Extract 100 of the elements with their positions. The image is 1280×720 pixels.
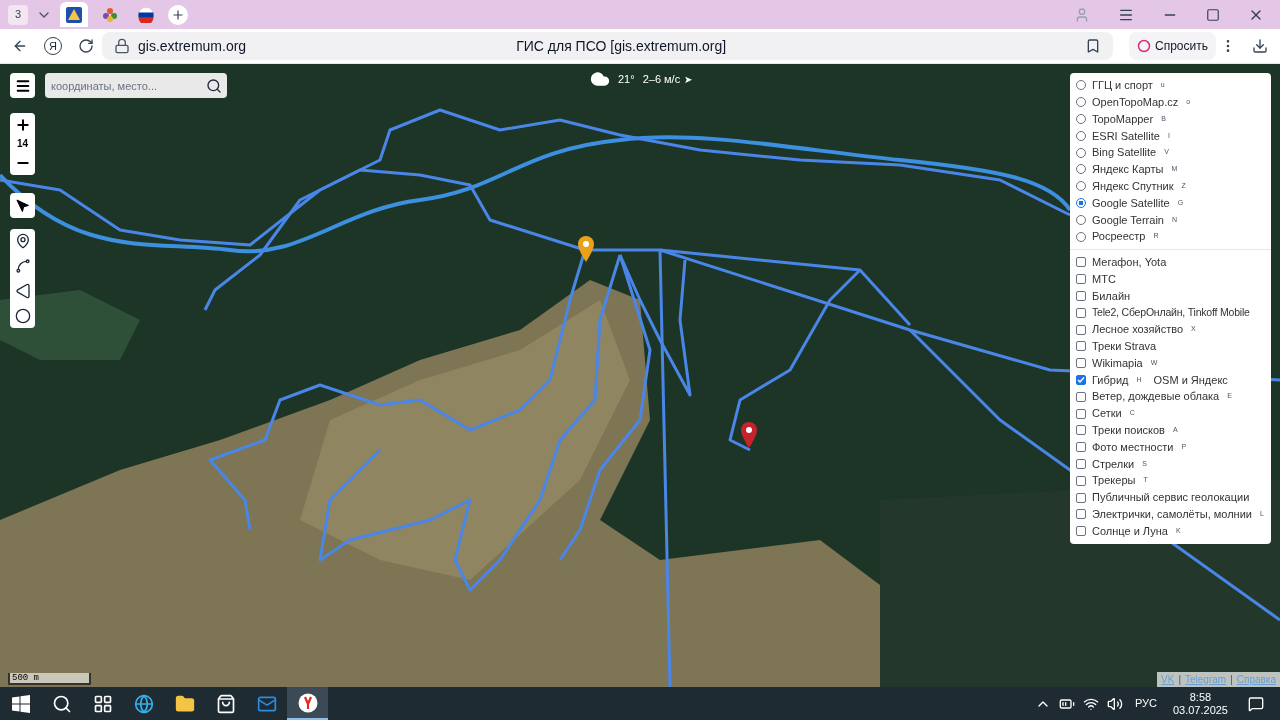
download-icon[interactable] [1252, 38, 1268, 54]
plus-icon [171, 7, 185, 22]
radio-button[interactable] [1076, 214, 1086, 225]
layer-name: Гибрид [1092, 372, 1129, 388]
layer-option[interactable]: Мегафон, Yota [1070, 253, 1271, 271]
new-tab-button[interactable] [168, 4, 188, 25]
layer-name: ГГЦ и спорт [1092, 78, 1153, 94]
folder-icon [174, 693, 195, 714]
layer-option[interactable]: МТС [1070, 270, 1271, 288]
zoom-in-icon[interactable] [14, 117, 31, 133]
layer-name: Google Satellite [1092, 195, 1170, 211]
layer-note: OSM и Яндекс [1153, 372, 1228, 388]
layer-name: Яндекс Карты [1092, 162, 1164, 178]
checkbox[interactable] [1076, 324, 1086, 335]
layer-name: Wikimapia [1092, 355, 1143, 371]
layer-name: Google Terrain [1092, 212, 1164, 228]
checkbox[interactable] [1076, 374, 1086, 385]
layer-name: Ветер, дождевые облака [1092, 389, 1220, 405]
layer-name: Треки Strava [1092, 339, 1157, 355]
layer-option[interactable]: Треки Strava [1070, 337, 1271, 355]
checkbox[interactable] [1076, 307, 1086, 318]
layer-name: Стрелки [1092, 456, 1135, 472]
reload-icon[interactable] [78, 38, 94, 54]
radio-button[interactable] [1076, 80, 1086, 91]
layer-name: Bing Satellite [1092, 145, 1157, 161]
restore-icon[interactable] [1206, 7, 1220, 22]
layer-name: Мегафон, Yota [1092, 255, 1167, 271]
address-field[interactable]: gis.extremum.org ГИС для ПСО [gis.extremum.org] [102, 32, 1114, 60]
checkbox[interactable] [1076, 526, 1086, 537]
layer-name: OpenTopoMap.cz [1092, 94, 1179, 110]
checkbox[interactable] [1076, 391, 1086, 402]
checkbox[interactable] [1076, 358, 1086, 369]
radio-button[interactable] [1076, 97, 1086, 108]
polygon-icon[interactable] [14, 283, 31, 299]
clock[interactable]: 8:58 03.07.2025 [1172, 690, 1228, 717]
arrow-icon [15, 198, 30, 213]
search-icon [51, 693, 72, 714]
separator-text: | [1178, 673, 1181, 687]
zoom-level: 14 [16, 137, 29, 151]
radio-button[interactable] [1076, 164, 1086, 175]
layer-name: Лесное хозяйство [1092, 322, 1184, 338]
radio-button[interactable] [1076, 197, 1086, 208]
checkbox[interactable] [1076, 341, 1086, 352]
layer-name: Электрички, самолёты, молнии [1092, 507, 1252, 523]
layer-name: Яндекс Спутник [1092, 178, 1174, 194]
layer-name: Трекеры [1092, 473, 1136, 489]
map-pin-icon[interactable] [740, 421, 758, 449]
search-icon[interactable] [206, 78, 222, 94]
flower-icon [102, 6, 118, 23]
scale-bar: 500 m [8, 673, 91, 685]
checkbox[interactable] [1076, 442, 1086, 453]
checkbox[interactable] [1076, 257, 1086, 268]
layer-name: Билайн [1092, 288, 1131, 304]
menu-button[interactable] [10, 73, 35, 98]
globe-icon [133, 693, 154, 714]
back-icon[interactable] [12, 38, 28, 54]
marker-icon[interactable] [14, 233, 31, 249]
separator-text: | [1230, 673, 1233, 687]
date-text: 03.07.2025 [1172, 703, 1228, 717]
page-title: ГИС для ПСО [gis.extremum.org] [516, 36, 727, 56]
radio-button[interactable] [1076, 181, 1086, 192]
shopping-bag-icon [215, 693, 236, 714]
search-field[interactable]: координаты, место... [45, 73, 227, 98]
language-indicator[interactable]: РУС [1134, 695, 1157, 712]
layer-name: Росреестр [1092, 229, 1146, 245]
checkbox[interactable] [1076, 475, 1086, 486]
volume-icon[interactable] [1106, 695, 1123, 712]
map-pin-icon[interactable] [577, 235, 595, 263]
tab-counter[interactable]: 3 [8, 4, 28, 25]
ask-button[interactable]: Спросить [1129, 32, 1216, 60]
layer-option[interactable]: Публичный сервис геолокации [1070, 489, 1271, 506]
circle-icon[interactable] [14, 308, 31, 324]
checkbox[interactable] [1076, 290, 1086, 301]
layer-name: Треки поисков [1092, 423, 1165, 439]
checkbox[interactable] [1076, 492, 1086, 503]
checkbox[interactable] [1076, 425, 1086, 436]
locate-button[interactable] [10, 193, 35, 218]
layer-name: ESRI Satellite [1092, 128, 1160, 144]
flag-icon [138, 6, 154, 23]
layer-option[interactable]: Билайн [1070, 287, 1271, 305]
line-icon[interactable] [14, 258, 31, 274]
browser-logo-icon [297, 692, 318, 713]
checkbox[interactable] [1076, 458, 1086, 469]
radio-button[interactable] [1076, 130, 1086, 141]
radio-button[interactable] [1076, 114, 1086, 124]
url-text: gis.extremum.org [138, 36, 247, 56]
checkbox[interactable] [1076, 509, 1086, 520]
radio-button[interactable] [1076, 231, 1086, 242]
task-view-icon [92, 693, 113, 714]
layer-name: Солнце и Луна [1092, 523, 1168, 539]
radio-button[interactable] [1076, 147, 1086, 158]
browser-tab[interactable] [60, 2, 88, 27]
notifications-icon[interactable] [1248, 695, 1264, 712]
checkbox[interactable] [1076, 408, 1086, 419]
windows-logo-icon [11, 694, 30, 713]
lock-icon [114, 38, 130, 54]
time-text: 8:58 [1189, 690, 1212, 704]
taskbar-app-button[interactable] [287, 687, 328, 720]
checkbox[interactable] [1076, 274, 1086, 285]
layer-option[interactable]: Tele2, СберОнлайн, Tinkoff Mobile [1070, 304, 1271, 322]
